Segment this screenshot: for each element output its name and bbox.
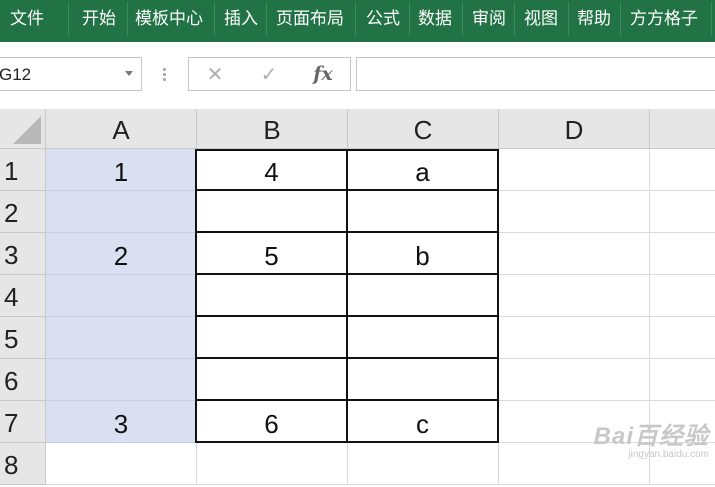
select-all-icon — [13, 116, 41, 144]
cell-e3[interactable] — [650, 233, 715, 275]
row-header-7[interactable]: 7 — [0, 401, 46, 443]
cell-d1[interactable] — [499, 149, 650, 191]
cell-a7[interactable]: 3 — [46, 401, 197, 443]
row-header-4[interactable]: 4 — [0, 275, 46, 317]
tab-separator — [514, 2, 515, 36]
cell-d5[interactable] — [499, 317, 650, 359]
column-header-b[interactable]: B — [197, 109, 348, 149]
tab-fangfanggezi[interactable]: 方方格子 — [630, 0, 698, 38]
tab-separator — [355, 2, 356, 36]
tab-separator — [568, 2, 569, 36]
row-header-3[interactable]: 3 — [0, 233, 46, 275]
cell-c4[interactable] — [348, 275, 499, 317]
cell-c7[interactable]: c — [348, 401, 499, 443]
column-header-d[interactable]: D — [499, 109, 650, 149]
name-box[interactable]: G12 — [0, 57, 142, 91]
watermark-logo: Bai百经验 — [593, 423, 709, 450]
formula-buttons: ✕ ✓ fx — [188, 57, 351, 91]
select-all-button[interactable] — [0, 109, 46, 149]
tab-separator — [266, 2, 267, 36]
cell-e1[interactable] — [650, 149, 715, 191]
cell-a5[interactable] — [46, 317, 197, 359]
tab-templates[interactable]: 模板中心 — [135, 0, 203, 38]
tab-separator — [620, 2, 621, 36]
cell-a3[interactable]: 2 — [46, 233, 197, 275]
formula-row: G12 ✕ ✓ fx — [0, 42, 715, 109]
tab-file[interactable]: 文件 — [10, 0, 44, 38]
column-header-a[interactable]: A — [46, 109, 197, 149]
cell-b4[interactable] — [197, 275, 348, 317]
cell-b8[interactable] — [197, 443, 348, 485]
cell-d6[interactable] — [499, 359, 650, 401]
column-header-c[interactable]: C — [348, 109, 499, 149]
cancel-icon[interactable]: ✕ — [195, 58, 235, 90]
cell-c6[interactable] — [348, 359, 499, 401]
table-border-top — [196, 149, 498, 151]
tab-separator — [68, 2, 69, 36]
tab-separator — [711, 2, 712, 36]
cell-e2[interactable] — [650, 191, 715, 233]
row-header-8[interactable]: 8 — [0, 443, 46, 485]
tab-separator — [462, 2, 463, 36]
cell-d2[interactable] — [499, 191, 650, 233]
chevron-down-icon[interactable] — [125, 71, 133, 76]
drag-handle-icon[interactable] — [163, 68, 166, 82]
cell-e6[interactable] — [650, 359, 715, 401]
row-header-2[interactable]: 2 — [0, 191, 46, 233]
cell-b5[interactable] — [197, 317, 348, 359]
cell-c8[interactable] — [348, 443, 499, 485]
tab-review[interactable]: 审阅 — [472, 0, 506, 38]
cell-a1[interactable]: 1 — [46, 149, 197, 191]
tab-insert[interactable]: 插入 — [224, 0, 258, 38]
watermark: Bai百经验 jingyan.baidu.com — [594, 416, 709, 460]
ribbon-tab-bar: 文件 开始 模板中心 插入 页面布局 公式 数据 审阅 视图 帮助 方方格子 — [0, 0, 715, 42]
spreadsheet-grid: A B C D 114a2325b456736c8 — [0, 109, 715, 485]
cell-c5[interactable] — [348, 317, 499, 359]
cell-d4[interactable] — [499, 275, 650, 317]
row-header-1[interactable]: 1 — [0, 149, 46, 191]
tab-formulas[interactable]: 公式 — [366, 0, 400, 38]
name-box-value: G12 — [0, 65, 32, 84]
cell-e4[interactable] — [650, 275, 715, 317]
table-border-left — [195, 149, 197, 443]
tab-separator — [127, 2, 128, 36]
cell-a6[interactable] — [46, 359, 197, 401]
cell-b7[interactable]: 6 — [197, 401, 348, 443]
cell-d3[interactable] — [499, 233, 650, 275]
tab-separator — [409, 2, 410, 36]
cell-a4[interactable] — [46, 275, 197, 317]
cell-b6[interactable] — [197, 359, 348, 401]
cell-b2[interactable] — [197, 191, 348, 233]
row-header-6[interactable]: 6 — [0, 359, 46, 401]
cell-c3[interactable]: b — [348, 233, 499, 275]
formula-input[interactable] — [356, 57, 715, 91]
cell-a8[interactable] — [46, 443, 197, 485]
enter-icon[interactable]: ✓ — [249, 58, 289, 90]
cell-b3[interactable]: 5 — [197, 233, 348, 275]
tab-separator — [214, 2, 215, 36]
column-header-e[interactable] — [650, 109, 715, 149]
row-header-5[interactable]: 5 — [0, 317, 46, 359]
tab-page-layout[interactable]: 页面布局 — [276, 0, 344, 38]
cell-c1[interactable]: a — [348, 149, 499, 191]
tab-home[interactable]: 开始 — [82, 0, 116, 38]
insert-function-button[interactable]: fx — [303, 58, 343, 90]
cell-a2[interactable] — [46, 191, 197, 233]
tab-view[interactable]: 视图 — [524, 0, 558, 38]
cell-c2[interactable] — [348, 191, 499, 233]
tab-help[interactable]: 帮助 — [577, 0, 611, 38]
cell-e5[interactable] — [650, 317, 715, 359]
tab-data[interactable]: 数据 — [418, 0, 452, 38]
cell-b1[interactable]: 4 — [197, 149, 348, 191]
